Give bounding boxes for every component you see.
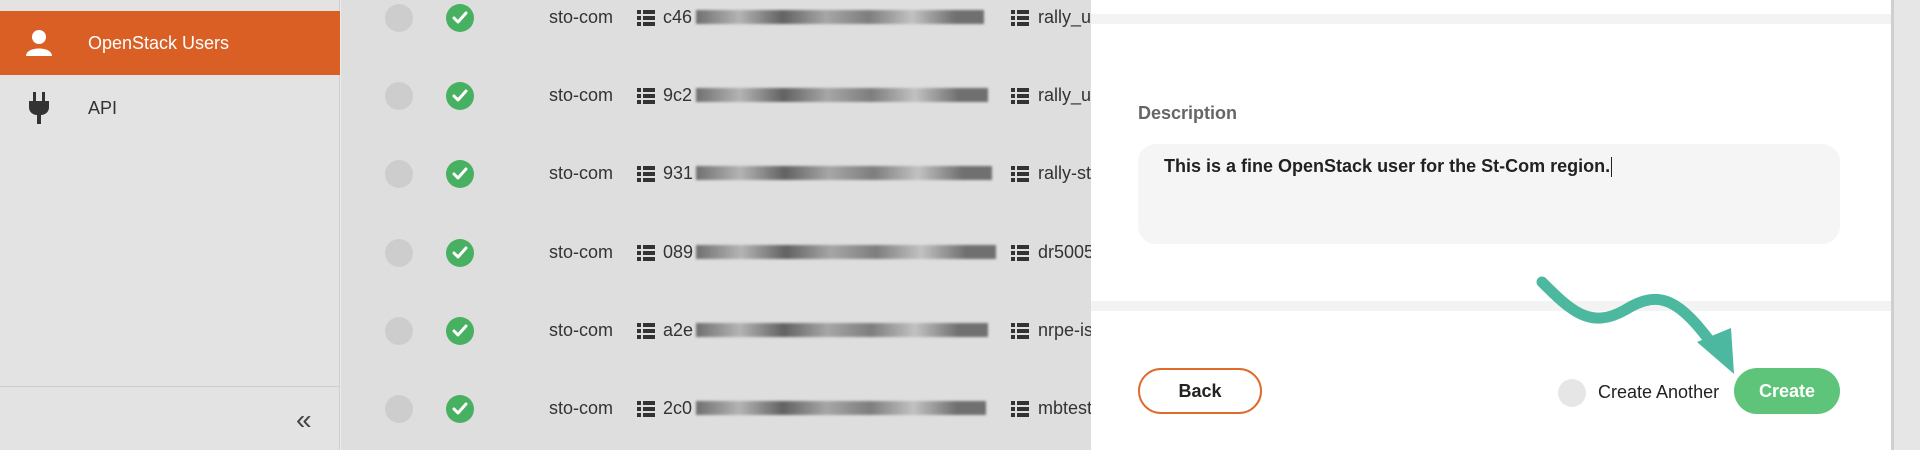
status-ok-icon (446, 160, 474, 188)
scrollbar-track[interactable] (1891, 0, 1920, 450)
collapse-sidebar-button[interactable]: « (296, 404, 312, 436)
sidebar-item-label: API (88, 97, 118, 118)
panel-divider (1091, 301, 1891, 311)
user-icon (21, 25, 57, 61)
create-another-toggle[interactable] (1558, 379, 1586, 407)
sidebar-item-openstack-users[interactable]: OpenStack Users (0, 11, 340, 75)
annotation-arrow-icon (1536, 276, 1734, 374)
redacted-id (696, 323, 988, 337)
plug-icon (21, 90, 57, 126)
table-row[interactable]: sto-com 931 rally-st (341, 135, 1091, 213)
row-region: sto-com (549, 398, 614, 418)
row-select-radio[interactable] (385, 317, 413, 345)
row-region: sto-com (549, 85, 614, 105)
row-region: sto-com (549, 242, 614, 262)
row-select-radio[interactable] (385, 395, 413, 423)
row-username: dr5005 (1038, 242, 1095, 262)
row-region: sto-com (549, 320, 614, 340)
list-icon (1011, 323, 1029, 339)
redacted-id (696, 88, 988, 102)
description-label: Description (1138, 103, 1238, 123)
row-username: rally_u (1038, 7, 1092, 27)
row-username: mbtest (1038, 398, 1093, 418)
description-input[interactable]: This is a fine OpenStack user for the St… (1138, 144, 1840, 244)
row-region: sto-com (549, 7, 614, 27)
row-username: nrpe-is (1038, 320, 1094, 340)
redacted-id (696, 245, 996, 259)
redacted-id (696, 401, 986, 415)
sidebar-item-label: OpenStack Users (88, 32, 230, 53)
row-select-radio[interactable] (385, 82, 413, 110)
row-select-radio[interactable] (385, 239, 413, 267)
status-ok-icon (446, 82, 474, 110)
list-icon (1011, 88, 1029, 104)
sidebar-item-api[interactable]: API (0, 76, 340, 140)
sidebar-divider (0, 386, 340, 387)
panel-divider (1091, 14, 1891, 24)
users-table: sto-com c46 rally_u sto-com 9c2 rally_u sto-co… (341, 0, 1095, 450)
row-project-id: 2c0 (663, 398, 693, 418)
redacted-id (696, 10, 984, 24)
row-select-radio[interactable] (385, 4, 413, 32)
redacted-id (696, 166, 992, 180)
list-icon (637, 323, 655, 339)
list-icon (637, 401, 655, 417)
list-icon (637, 245, 655, 261)
row-select-radio[interactable] (385, 160, 413, 188)
row-region: sto-com (549, 163, 614, 183)
row-username: rally_u (1038, 85, 1092, 105)
list-icon (1011, 401, 1029, 417)
list-icon (1011, 166, 1029, 182)
status-ok-icon (446, 4, 474, 32)
row-project-id: 9c2 (663, 85, 693, 105)
list-icon (637, 88, 655, 104)
table-row[interactable]: sto-com 9c2 rally_u (341, 57, 1091, 135)
row-username: rally-st (1038, 163, 1091, 183)
row-project-id: a2e (663, 320, 694, 340)
create-another-label: Create Another (1598, 382, 1720, 402)
status-ok-icon (446, 395, 474, 423)
row-project-id: 089 (663, 242, 694, 262)
row-project-id: 931 (663, 163, 694, 183)
list-icon (637, 10, 655, 26)
description-value: This is a fine OpenStack user for the St… (1164, 156, 1611, 176)
table-row[interactable]: sto-com c46 rally_u (341, 0, 1091, 57)
list-icon (1011, 245, 1029, 261)
status-ok-icon (446, 317, 474, 345)
table-row[interactable]: sto-com 089 dr5005 (341, 214, 1095, 292)
create-user-panel: Description This is a fine OpenStack use… (1091, 0, 1891, 450)
back-button[interactable]: Back (1138, 368, 1262, 414)
list-icon (637, 166, 655, 182)
row-project-id: c46 (663, 7, 693, 27)
sidebar: OpenStack Users API « (0, 0, 340, 450)
table-row[interactable]: sto-com a2e nrpe-is (341, 292, 1094, 370)
list-icon (1011, 10, 1029, 26)
table-row[interactable]: sto-com 2c0 mbtest (341, 370, 1093, 448)
status-ok-icon (446, 239, 474, 267)
